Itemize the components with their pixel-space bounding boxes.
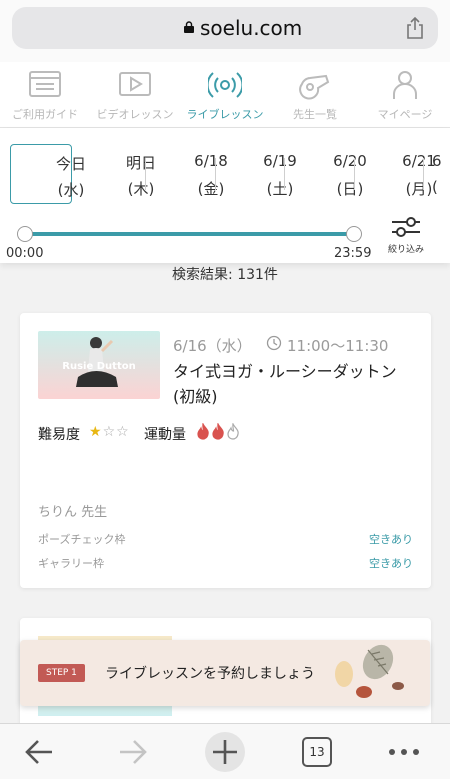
more-dots-icon[interactable] bbox=[384, 734, 424, 770]
nav-item-live[interactable]: ライブレッスン bbox=[180, 62, 270, 128]
lesson-time: 11:00〜11:30 bbox=[287, 337, 389, 355]
pose-check-label: ポーズチェック枠 bbox=[38, 533, 126, 546]
new-tab-plus-icon[interactable] bbox=[204, 731, 246, 773]
flame-filled-icon bbox=[212, 422, 224, 440]
gallery-availability: 空きあり bbox=[369, 557, 413, 570]
date-tab[interactable]: 明日 (木) bbox=[79, 144, 156, 204]
difficulty-label: 難易度 bbox=[38, 427, 80, 443]
person-icon bbox=[393, 71, 417, 99]
teacher-name[interactable]: ちりん 先生 bbox=[38, 501, 107, 520]
date-tab[interactable]: 6/21 (月) bbox=[357, 144, 436, 204]
whistle-icon bbox=[299, 74, 330, 100]
main-nav: ご利用ガイド ビデオレッスン ライブレッスン 先生一覧 マイページ bbox=[0, 62, 450, 128]
lesson-card[interactable]: Rusie Dutton 6/16（水） 11:00〜11:30 タイ式ヨガ・ル… bbox=[20, 313, 431, 588]
date-filter-bar: 今日 (水) 明日 (木) 6/18 (金) 6/19 (土) 6/20 (日)… bbox=[0, 128, 450, 263]
time-end-label: 23:59 bbox=[334, 246, 372, 261]
divider bbox=[354, 158, 355, 190]
seeds-illustration bbox=[335, 644, 404, 698]
tab-count-button[interactable]: 13 bbox=[302, 737, 332, 767]
nav-label: ご利用ガイド bbox=[12, 108, 78, 121]
filter-button[interactable]: 絞り込み bbox=[388, 216, 424, 255]
pose-check-availability: 空きあり bbox=[369, 533, 413, 546]
difficulty-stars: ★☆☆ bbox=[89, 424, 130, 440]
filter-label: 絞り込み bbox=[387, 245, 424, 255]
divider bbox=[215, 158, 216, 190]
weekday-label: ( bbox=[432, 178, 438, 196]
date-tab[interactable]: 6 ( bbox=[432, 144, 450, 204]
lesson-thumbnail: Rusie Dutton bbox=[38, 331, 160, 399]
star-empty-icon: ☆ bbox=[116, 424, 130, 440]
flame-empty-icon bbox=[227, 422, 239, 440]
step-badge: STEP 1 bbox=[38, 664, 85, 682]
address-bar[interactable]: soelu.com bbox=[12, 7, 438, 49]
date-tab[interactable]: 6/19 (土) bbox=[218, 144, 297, 204]
divider bbox=[284, 158, 285, 190]
time-end-handle[interactable] bbox=[346, 226, 362, 242]
star-filled-icon: ★ bbox=[89, 424, 103, 440]
back-arrow-icon[interactable] bbox=[20, 734, 60, 770]
search-result-count: 検索結果: 131件 bbox=[172, 267, 278, 283]
gallery-row: ギャラリー枠 空きあり bbox=[38, 555, 413, 571]
activity-label: 運動量 bbox=[144, 427, 186, 443]
nav-item-mypage[interactable]: マイページ bbox=[360, 62, 450, 128]
browser-toolbar: 13 bbox=[0, 723, 450, 779]
lock-icon bbox=[184, 21, 194, 33]
date-label: 6 bbox=[432, 152, 442, 170]
url-text: soelu.com bbox=[200, 16, 303, 40]
guide-icon bbox=[29, 71, 61, 97]
live-icon bbox=[208, 72, 242, 98]
activity-flames bbox=[196, 422, 241, 441]
time-start-handle[interactable] bbox=[17, 226, 33, 242]
nav-label: ライブレッスン bbox=[186, 108, 264, 121]
date-tab[interactable]: 6/18 (金) bbox=[149, 144, 228, 204]
nav-item-teachers[interactable]: 先生一覧 bbox=[270, 62, 360, 128]
star-empty-icon: ☆ bbox=[102, 424, 117, 440]
lesson-date: 6/16（水） bbox=[173, 337, 252, 355]
time-start-label: 00:00 bbox=[6, 246, 44, 261]
banner-message: ライブレッスンを予約しましょう bbox=[105, 666, 315, 682]
browser-top-bar: soelu.com bbox=[0, 0, 450, 62]
lesson-title[interactable]: タイ式ヨガ・ルーシーダットン(初級) bbox=[173, 359, 413, 409]
clock-icon bbox=[266, 335, 282, 351]
thumbnail-title: Rusie Dutton bbox=[62, 361, 136, 372]
nav-label: マイページ bbox=[377, 108, 433, 121]
onboarding-banner[interactable]: STEP 1 ライブレッスンを予約しましょう bbox=[20, 640, 430, 706]
forward-arrow-icon[interactable] bbox=[112, 734, 152, 770]
filter-sliders-icon bbox=[392, 217, 420, 237]
divider bbox=[423, 158, 424, 190]
nav-item-guide[interactable]: ご利用ガイド bbox=[0, 62, 90, 128]
divider bbox=[145, 158, 146, 190]
gallery-label: ギャラリー枠 bbox=[38, 557, 104, 570]
date-tab-today[interactable]: 今日 (水) bbox=[10, 144, 86, 204]
time-range-track bbox=[24, 232, 356, 236]
share-icon[interactable] bbox=[406, 17, 424, 39]
nav-label: ビデオレッスン bbox=[96, 108, 174, 121]
nav-item-video[interactable]: ビデオレッスン bbox=[90, 62, 180, 128]
video-icon bbox=[119, 72, 151, 96]
date-tab[interactable]: 6/20 (日) bbox=[288, 144, 367, 204]
nav-label: 先生一覧 bbox=[293, 108, 337, 121]
pose-check-row: ポーズチェック枠 空きあり bbox=[38, 531, 413, 547]
flame-filled-icon bbox=[197, 422, 209, 440]
